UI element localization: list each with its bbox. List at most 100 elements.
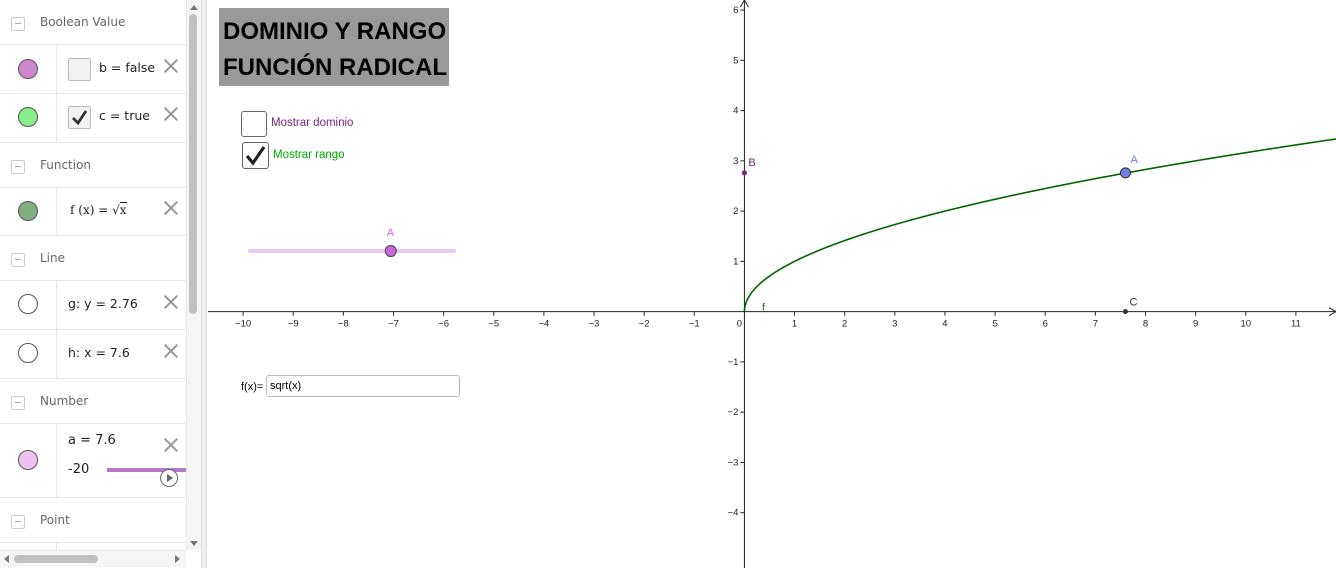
x-tick-label: −5: [488, 319, 499, 330]
x-tick-label: −3: [589, 319, 600, 330]
x-tick-label: −2: [639, 319, 650, 330]
y-tick-label: −1: [728, 357, 739, 368]
x-tick-label: 5: [992, 319, 997, 330]
checkbox-mostrar-rango[interactable]: [242, 142, 269, 169]
point-A: [1119, 167, 1131, 179]
slider-a-label: A: [387, 227, 395, 239]
y-tick-label: 1: [733, 256, 738, 267]
title-box: DOMINIO Y RANGO FUNCIÓN RADICAL: [219, 8, 449, 86]
point-label-C: C: [1129, 297, 1137, 309]
collapse-icon[interactable]: [11, 253, 25, 267]
scroll-left-icon[interactable]: [4, 555, 9, 563]
visibility-toggle-icon[interactable]: [18, 343, 38, 363]
category-line[interactable]: Line: [0, 236, 186, 281]
x-tick-label: −8: [338, 319, 349, 330]
x-tick-label: −1: [689, 319, 700, 330]
delete-icon[interactable]: [162, 105, 180, 123]
category-label: Point: [40, 513, 70, 527]
algebra-text-f: f (x) = √x: [70, 202, 127, 217]
y-tick-label: 5: [733, 55, 738, 66]
scroll-up-icon[interactable]: [190, 5, 198, 10]
x-tick-label: 0: [737, 319, 742, 330]
y-tick-label: −2: [728, 407, 739, 418]
checkmark-icon: [245, 146, 266, 166]
checkmark-icon: [72, 110, 88, 126]
category-boolean-value[interactable]: Boolean Value: [0, 0, 186, 45]
x-tick-label: 11: [1291, 319, 1301, 330]
x-tick-label: 8: [1143, 319, 1148, 330]
graphics-view[interactable]: −10 −9 −8 −7 −6 −5 −4 −3 −2 −1 0 1 2 3 4 5 6 7 8 9 10 11 −4 −3−…: [208, 0, 1336, 568]
checkbox-label-rango: Mostrar rango: [273, 149, 345, 161]
title-line-2: FUNCIÓN RADICAL: [223, 54, 447, 81]
slider-a-knob[interactable]: [384, 244, 397, 258]
y-tick-label: 6: [733, 5, 738, 16]
view-splitter[interactable]: [201, 0, 207, 568]
input-label: f(x)=: [241, 381, 264, 393]
checkbox-mostrar-dominio[interactable]: [241, 111, 267, 137]
point-label-B: B: [748, 157, 755, 169]
y-tick-label: −3: [728, 457, 739, 468]
algebra-item-f[interactable]: f (x) = √x: [0, 188, 186, 236]
delete-icon[interactable]: [162, 436, 180, 454]
title-line-1: DOMINIO Y RANGO: [223, 18, 447, 45]
category-label: Line: [40, 251, 66, 265]
x-tick-label: −9: [288, 319, 299, 330]
x-tick-label: 2: [842, 319, 847, 330]
algebra-item-c[interactable]: c = true: [0, 94, 186, 143]
algebra-text-g: g: y = 2.76: [68, 296, 138, 311]
visibility-toggle-icon[interactable]: [18, 201, 38, 221]
category-label: Boolean Value: [40, 15, 126, 29]
play-icon[interactable]: [160, 469, 178, 487]
algebra-item-a[interactable]: a = 7.6 -20: [0, 424, 186, 498]
algebra-text-a: a = 7.6: [68, 433, 116, 448]
visibility-toggle-icon[interactable]: [18, 450, 38, 470]
scroll-right-icon[interactable]: [175, 555, 180, 563]
collapse-icon[interactable]: [11, 160, 25, 174]
delete-icon[interactable]: [162, 293, 180, 311]
algebra-text-c: c = true: [99, 108, 150, 123]
category-function[interactable]: Function: [0, 143, 186, 188]
y-tick-label: 4: [733, 106, 738, 117]
delete-icon[interactable]: [162, 342, 180, 360]
algebra-item-h[interactable]: h: x = 7.6: [0, 330, 186, 379]
function-label-f: f: [762, 303, 765, 314]
category-number[interactable]: Number: [0, 379, 186, 424]
point-label-A: A: [1130, 154, 1138, 166]
algebra-item-b[interactable]: b = false: [0, 45, 186, 94]
checkbox-c[interactable]: [68, 106, 91, 129]
algebra-item-g[interactable]: g: y = 2.76: [0, 281, 186, 330]
scrollbar-thumb[interactable]: [14, 555, 98, 563]
collapse-icon[interactable]: [11, 396, 25, 410]
point-C: [1122, 309, 1128, 315]
delete-icon[interactable]: [162, 199, 180, 217]
x-tick-label: 4: [942, 319, 947, 330]
collapse-icon[interactable]: [11, 515, 25, 529]
checkbox-b[interactable]: [68, 58, 91, 81]
x-tick-label: −6: [438, 319, 449, 330]
checkbox-label-dominio: Mostrar dominio: [271, 117, 354, 129]
category-label: Function: [40, 158, 92, 172]
visibility-toggle-icon[interactable]: [18, 59, 38, 79]
visibility-toggle-icon[interactable]: [18, 294, 38, 314]
algebra-item-partial: [0, 543, 186, 550]
x-tick-label: 7: [1093, 319, 1098, 330]
x-tick-label: −4: [538, 319, 549, 330]
point-B: [741, 170, 747, 176]
algebra-vertical-scrollbar[interactable]: [186, 0, 201, 550]
slider-min-value: -20: [68, 462, 90, 477]
visibility-toggle-icon[interactable]: [18, 107, 38, 127]
algebra-view: Boolean Value b = false c = true Functio…: [0, 0, 186, 550]
category-point[interactable]: Point: [0, 498, 186, 543]
scrollbar-thumb[interactable]: [189, 14, 197, 314]
x-tick-label: 1: [792, 319, 797, 330]
y-tick-label: 3: [733, 156, 738, 167]
x-tick-label: 3: [892, 319, 897, 330]
x-tick-label: −10: [235, 319, 251, 330]
algebra-horizontal-scrollbar[interactable]: [0, 550, 186, 567]
delete-icon[interactable]: [162, 57, 180, 75]
function-input[interactable]: [266, 375, 460, 397]
x-tick-label: 10: [1240, 319, 1251, 330]
collapse-icon[interactable]: [11, 17, 25, 31]
scroll-down-icon[interactable]: [190, 541, 198, 546]
y-tick-label: −4: [728, 508, 739, 519]
